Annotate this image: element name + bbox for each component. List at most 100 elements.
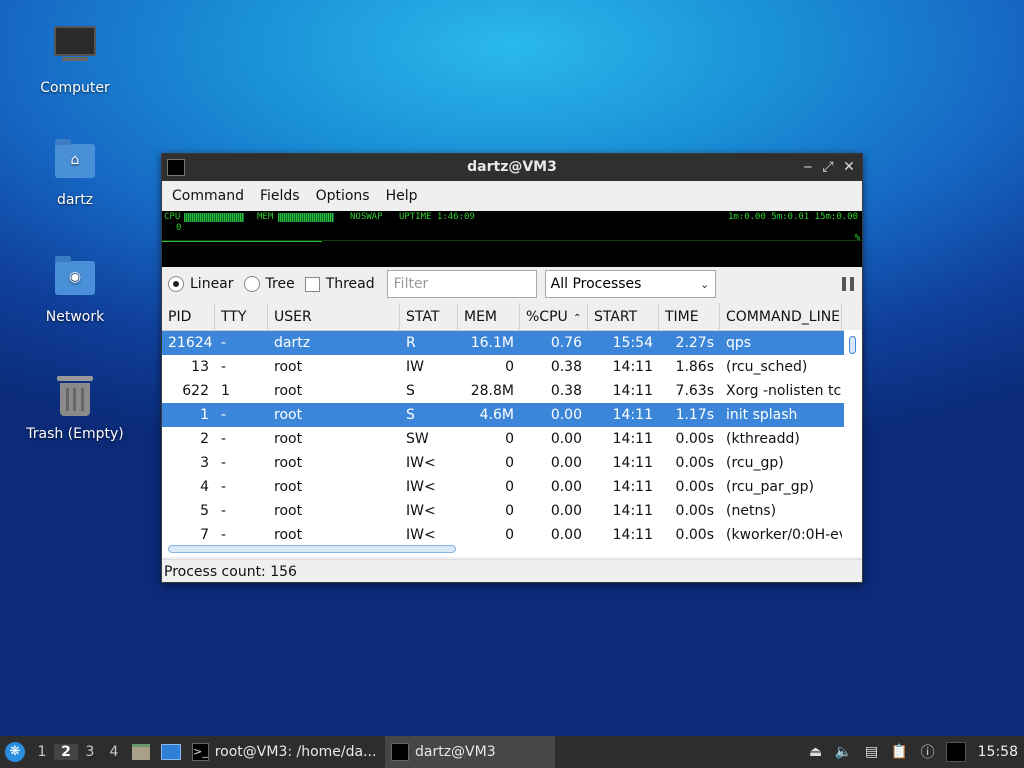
notification-icon[interactable]: ⓘ — [917, 741, 939, 763]
task-label: root@VM3: /home/da... — [214, 744, 377, 760]
cell-mem: 0 — [505, 479, 514, 495]
cpu-label: CPU — [164, 212, 181, 222]
table-row[interactable]: 2- root SW 0 0.00 14:11 0.00s (kthreadd) — [162, 427, 862, 451]
process-filter-select[interactable]: All Processes ⌄ — [544, 270, 716, 298]
column-header-mem[interactable]: MEM — [458, 303, 520, 330]
scrollbar-thumb[interactable] — [849, 336, 856, 354]
workspace-3[interactable]: 3 — [78, 744, 102, 760]
cell-cpu: 0.38 — [550, 359, 582, 375]
cell-time: 7.63s — [675, 383, 714, 399]
cell-stat: IW — [406, 359, 424, 375]
chevron-down-icon: ⌄ — [700, 277, 710, 291]
radio-tree[interactable] — [243, 276, 260, 292]
clipboard-icon[interactable]: 📋 — [889, 741, 911, 763]
view-tree-option[interactable]: Tree — [243, 276, 295, 292]
table-row[interactable]: 21624- dartz R 16.1M 0.76 15:54 2.27s qps — [162, 331, 862, 355]
file-manager-launcher-icon[interactable] — [129, 740, 153, 764]
cell-cpu: 0.38 — [550, 383, 582, 399]
cell-user: root — [274, 431, 303, 447]
eject-icon[interactable]: ⏏ — [805, 741, 827, 763]
horizontal-scrollbar[interactable] — [162, 541, 862, 557]
column-header-cpu[interactable]: %CPU ⌃ — [520, 303, 588, 330]
close-button[interactable]: ✕ — [841, 158, 857, 176]
cell-cmd: (kthreadd) — [726, 431, 800, 447]
maximize-button[interactable]: ⤢ — [820, 158, 836, 176]
option-label: Linear — [190, 276, 234, 292]
process-filter-value: All Processes — [550, 276, 642, 292]
distro-logo-icon: ❋ — [5, 742, 25, 762]
toolbar: Linear Tree Thread All Processes ⌄ — [162, 267, 862, 301]
qps-window: dartz@VM3 ‒ ⤢ ✕ Command Fields Options H… — [161, 153, 863, 583]
cell-time: 0.00s — [675, 431, 714, 447]
column-header-time[interactable]: TIME — [659, 303, 720, 330]
clock[interactable]: 15:58 — [978, 744, 1018, 760]
cell-mem: 0 — [505, 455, 514, 471]
mem-bar — [278, 213, 334, 222]
workspace-2[interactable]: 2 — [54, 744, 78, 760]
menu-options[interactable]: Options — [310, 188, 376, 204]
thread-checkbox[interactable] — [304, 276, 320, 292]
network-wired-icon[interactable]: ▤ — [861, 741, 883, 763]
cell-start: 14:11 — [612, 527, 653, 541]
pause-button[interactable] — [842, 277, 854, 291]
table-row[interactable]: 13- root IW 0 0.38 14:11 1.86s (rcu_sched) — [162, 355, 862, 379]
qps-tray-icon[interactable] — [945, 741, 967, 763]
view-linear-option[interactable]: Linear — [168, 276, 234, 292]
cell-cpu: 0.00 — [550, 479, 582, 495]
window-titlebar[interactable]: dartz@VM3 ‒ ⤢ ✕ — [162, 154, 862, 181]
task-qps[interactable]: dartz@VM3 — [385, 736, 555, 768]
menu-help[interactable]: Help — [380, 188, 424, 204]
table-row[interactable]: 3- root IW< 0 0.00 14:11 0.00s (rcu_gp) — [162, 451, 862, 475]
table-row[interactable]: 7- root IW< 0 0.00 14:11 0.00s (kworker/0:0H-ev — [162, 523, 862, 541]
desktop-icon-computer[interactable]: Computer — [20, 20, 130, 96]
workspace-1[interactable]: 1 — [30, 744, 54, 760]
option-label: Tree — [265, 276, 295, 292]
desktop-icon-network[interactable]: ◉ Network — [20, 255, 130, 325]
volume-icon[interactable]: 🔈 — [833, 741, 855, 763]
table-row[interactable]: 5- root IW< 0 0.00 14:11 0.00s (netns) — [162, 499, 862, 523]
filter-input[interactable] — [386, 270, 537, 298]
cpu-history-line — [162, 241, 322, 242]
cell-cmd: qps — [726, 335, 752, 351]
load-average-label: 1m:0.00 5m:0.01 15m:0.00 — [727, 212, 858, 222]
cell-time: 0.00s — [675, 503, 714, 519]
cell-cmd: (netns) — [726, 503, 777, 519]
cell-time: 0.00s — [675, 527, 714, 541]
status-bar: Process count: 156 — [162, 559, 862, 583]
desktop-icon-home[interactable]: ⌂ dartz — [20, 138, 130, 208]
table-header: PID TTY USER STAT MEM %CPU ⌃ START TIME … — [162, 303, 862, 331]
radio-linear[interactable] — [168, 276, 184, 292]
desktop-icon-label: Network — [45, 309, 105, 325]
column-header-user[interactable]: USER — [268, 303, 400, 330]
cell-cmd: (rcu_gp) — [726, 455, 784, 471]
column-header-stat[interactable]: STAT — [400, 303, 458, 330]
desktop-icon-trash[interactable]: Trash (Empty) — [20, 372, 130, 442]
desktop-icon-label: Trash (Empty) — [26, 426, 124, 442]
cell-tty: - — [221, 527, 227, 541]
cell-mem: 16.1M — [470, 335, 514, 351]
computer-icon — [51, 26, 99, 74]
task-terminal[interactable]: >_ root@VM3: /home/da... — [186, 736, 381, 768]
workspace-4[interactable]: 4 — [102, 744, 126, 760]
cell-start: 14:11 — [612, 431, 653, 447]
table-row[interactable]: 1- root S 4.6M 0.00 14:11 1.17s init splash — [162, 403, 862, 427]
table-row[interactable]: 4- root IW< 0 0.00 14:11 0.00s (rcu_par_gp) — [162, 475, 862, 499]
menu-command[interactable]: Command — [166, 188, 250, 204]
column-header-start[interactable]: START — [588, 303, 659, 330]
table-row[interactable]: 622 1 root S 28.8M 0.38 14:11 7.63s Xorg -nolist… — [162, 379, 862, 403]
menu-fields[interactable]: Fields — [254, 188, 306, 204]
cell-stat: IW< — [406, 503, 436, 519]
scrollbar-thumb[interactable] — [168, 545, 456, 553]
cell-start: 14:11 — [612, 503, 653, 519]
start-menu-button[interactable]: ❋ — [0, 736, 30, 768]
show-desktop-icon[interactable] — [159, 740, 183, 764]
column-header-command-line[interactable]: COMMAND_LINE — [720, 303, 842, 330]
column-header-tty[interactable]: TTY — [215, 303, 268, 330]
minimize-button[interactable]: ‒ — [800, 158, 816, 176]
vertical-scrollbar[interactable] — [844, 330, 862, 543]
task-label: dartz@VM3 — [415, 744, 496, 760]
column-header-pid[interactable]: PID — [162, 303, 215, 330]
cell-mem: 4.6M — [479, 407, 514, 423]
cell-time: 2.27s — [675, 335, 714, 351]
thread-option[interactable]: Thread — [304, 276, 375, 292]
